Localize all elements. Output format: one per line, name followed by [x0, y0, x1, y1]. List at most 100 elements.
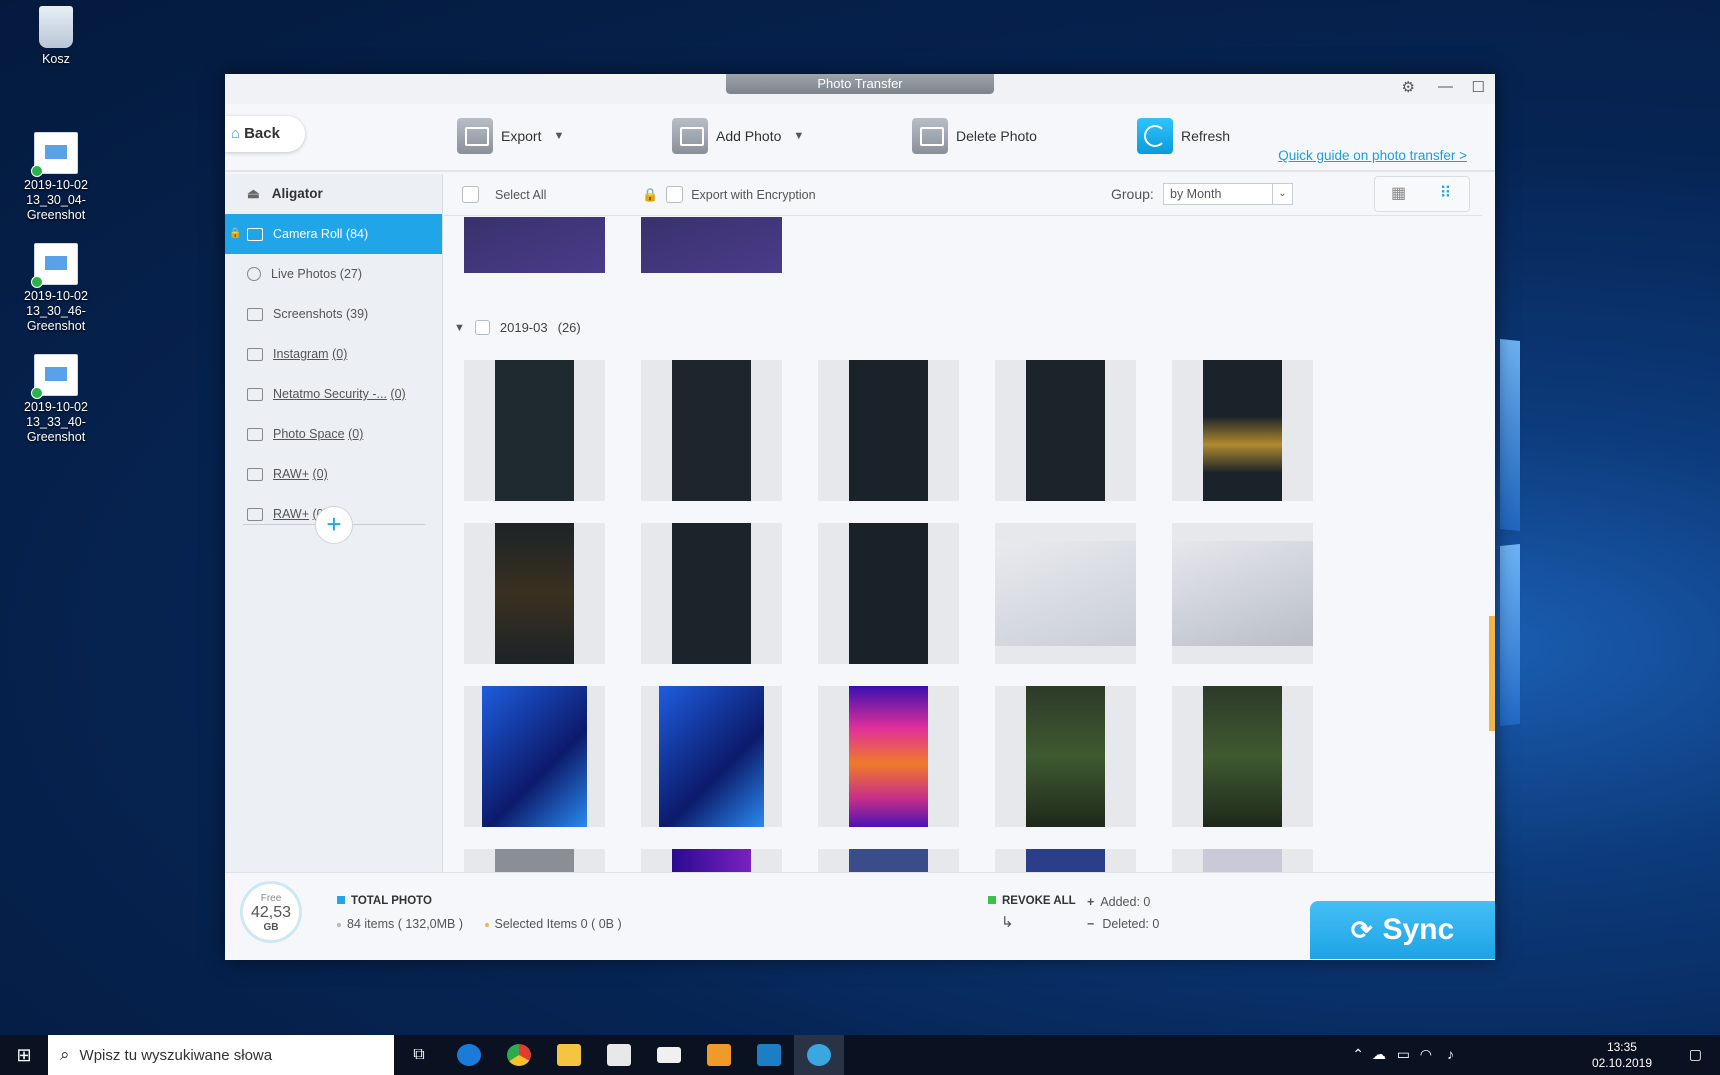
cloud-icon[interactable]: ☁ [1372, 1046, 1386, 1063]
photo-thumbnail[interactable] [818, 360, 959, 501]
mail-icon[interactable] [644, 1035, 694, 1075]
chevron-down-icon[interactable]: ▼ [553, 130, 564, 142]
windows-start-icon[interactable]: ⊞ [0, 1035, 48, 1075]
photo-thumbnail[interactable] [1172, 849, 1313, 872]
sidebar-item-instagram[interactable]: Instagram (0) [225, 334, 442, 374]
eject-icon[interactable]: ⏏ [247, 186, 260, 201]
volume-icon[interactable]: ♪ [1447, 1046, 1454, 1062]
title-bar[interactable]: Photo Transfer ⚙ — ☐ [225, 74, 1495, 104]
device-header[interactable]: ⏏ Aligator [225, 174, 442, 214]
chevron-down-icon[interactable]: ▼ [793, 130, 804, 142]
photo-thumbnail[interactable] [641, 217, 782, 273]
file-explorer-icon[interactable] [544, 1035, 594, 1075]
photo-thumbnail[interactable] [464, 360, 605, 501]
large-grid-view-button[interactable]: ▦ [1375, 177, 1422, 211]
photo-thumbnail[interactable] [641, 849, 782, 872]
photo-thumbnail[interactable] [818, 686, 959, 827]
sidebar-item-photo-space[interactable]: Photo Space (0) [225, 414, 442, 454]
taskbar-search[interactable]: ⌕ Wpisz tu wyszukiwane słowa [48, 1035, 394, 1075]
album-icon [247, 427, 263, 441]
photo-image [849, 523, 928, 664]
export-icon [457, 118, 493, 154]
small-grid-view-button[interactable]: ⠿ [1422, 177, 1469, 211]
photo-thumbnail[interactable] [818, 523, 959, 664]
search-icon: ⌕ [60, 1045, 70, 1064]
desktop-icon-file[interactable]: 2019-10-02 13_30_46-Greenshot [0, 243, 112, 334]
sync-button[interactable]: ⟳ Sync [1310, 901, 1495, 959]
refresh-button[interactable]: Refresh [1137, 116, 1230, 156]
desktop-icon-file[interactable]: 2019-10-02 13_33_40-Greenshot [0, 354, 112, 445]
notifications-icon[interactable]: ▢ [1689, 1046, 1702, 1063]
photo-thumbnail[interactable] [641, 686, 782, 827]
camera-app-icon[interactable] [694, 1035, 744, 1075]
photo-thumbnail[interactable] [995, 523, 1136, 664]
photo-thumbnail[interactable] [641, 523, 782, 664]
photo-thumbnail[interactable] [1172, 360, 1313, 501]
export-button[interactable]: Export ▼ [457, 116, 564, 156]
group-select[interactable]: by Month ⌄ [1163, 183, 1293, 205]
photo-thumbnail[interactable] [818, 849, 959, 872]
deleted-count: Deleted: 0 [1102, 917, 1160, 931]
desktop-icon-file[interactable]: 2019-10-02 13_30_04-Greenshot [0, 132, 112, 223]
group-label: Group: [1111, 186, 1154, 202]
photo-image [659, 686, 764, 827]
revoke-arrow-icon: ↳ [1001, 914, 1014, 931]
battery-icon[interactable]: ▭ [1397, 1046, 1410, 1063]
add-album-button[interactable]: + [315, 506, 353, 544]
wifi-icon[interactable]: ◠ [1420, 1046, 1432, 1063]
photo-thumbnail[interactable] [641, 360, 782, 501]
select-all-option[interactable]: Select All [462, 186, 546, 203]
added-count: Added: 0 [1100, 895, 1151, 909]
sidebar-item-screenshots[interactable]: Screenshots (39) [225, 294, 442, 334]
options-bar: Select All 🔒 Export with Encryption Grou… [444, 174, 1482, 216]
revoke-all-button[interactable]: REVOKE ALL [988, 895, 1076, 907]
export-encryption-option[interactable]: 🔒 Export with Encryption [642, 186, 816, 203]
back-button[interactable]: ⌂ Back [225, 116, 305, 152]
photo-transfer-app-icon[interactable] [794, 1035, 844, 1075]
add-photo-label: Add Photo [716, 128, 782, 144]
photo-thumbnail[interactable] [464, 849, 605, 872]
sidebar-item-label: Netatmo Security -... [273, 387, 387, 401]
home-icon: ⌂ [231, 125, 241, 142]
maximize-button[interactable]: ☐ [1472, 78, 1485, 96]
task-view-icon[interactable]: ⧉ [394, 1035, 444, 1075]
photo-thumbnail[interactable] [1172, 686, 1313, 827]
photo-thumbnail[interactable] [995, 686, 1136, 827]
lightroom-icon[interactable] [744, 1035, 794, 1075]
chevron-up-icon[interactable]: ⌃ [1352, 1046, 1364, 1063]
photo-thumbnail[interactable] [464, 523, 605, 664]
photo-image [1026, 849, 1105, 872]
sidebar-item-count: (0) [348, 427, 364, 441]
quick-guide-link[interactable]: Quick guide on photo transfer > [1278, 148, 1467, 163]
delete-photo-button[interactable]: Delete Photo [912, 116, 1037, 156]
photo-thumbnail[interactable] [995, 849, 1136, 872]
desktop-icon-recycle-bin[interactable]: Kosz [0, 6, 112, 67]
photo-thumbnail[interactable] [1172, 523, 1313, 664]
recycle-bin-icon [39, 6, 73, 48]
store-icon[interactable] [594, 1035, 644, 1075]
group-checkbox[interactable] [474, 320, 490, 335]
edge-icon[interactable] [444, 1035, 494, 1075]
export-encryption-checkbox[interactable] [666, 186, 684, 203]
desktop-light-beam [1500, 338, 1520, 532]
photo-thumbnail[interactable] [464, 686, 605, 827]
add-photo-button[interactable]: Add Photo ▼ [672, 116, 804, 156]
chrome-icon[interactable] [494, 1035, 544, 1075]
photo-thumbnail[interactable] [464, 217, 605, 273]
sidebar-item-live-photos[interactable]: Live Photos (27) [225, 254, 442, 294]
refresh-icon [1137, 118, 1173, 154]
photo-image [1203, 360, 1282, 501]
month-group-header[interactable]: ▼ 2019-03 (26) [454, 320, 581, 335]
sidebar-item-netatmo[interactable]: Netatmo Security -... (0) [225, 374, 442, 414]
sidebar-item-raw-plus[interactable]: RAW+ (0) [225, 454, 442, 494]
sidebar-item-camera-roll[interactable]: 🔒 Camera Roll (84) [225, 214, 442, 254]
minimize-button[interactable]: — [1438, 78, 1453, 95]
lock-icon: 🔒 [642, 186, 659, 202]
scrollbar-thumb[interactable] [1489, 616, 1495, 731]
collapse-triangle-icon[interactable]: ▼ [454, 322, 465, 334]
taskbar-clock[interactable]: 13:35 02.10.2019 [1592, 1039, 1652, 1071]
photo-thumbnail[interactable] [995, 360, 1136, 501]
select-all-checkbox[interactable] [462, 186, 479, 203]
desktop-light-beam [1500, 543, 1520, 727]
settings-icon[interactable]: ⚙ [1402, 78, 1415, 96]
